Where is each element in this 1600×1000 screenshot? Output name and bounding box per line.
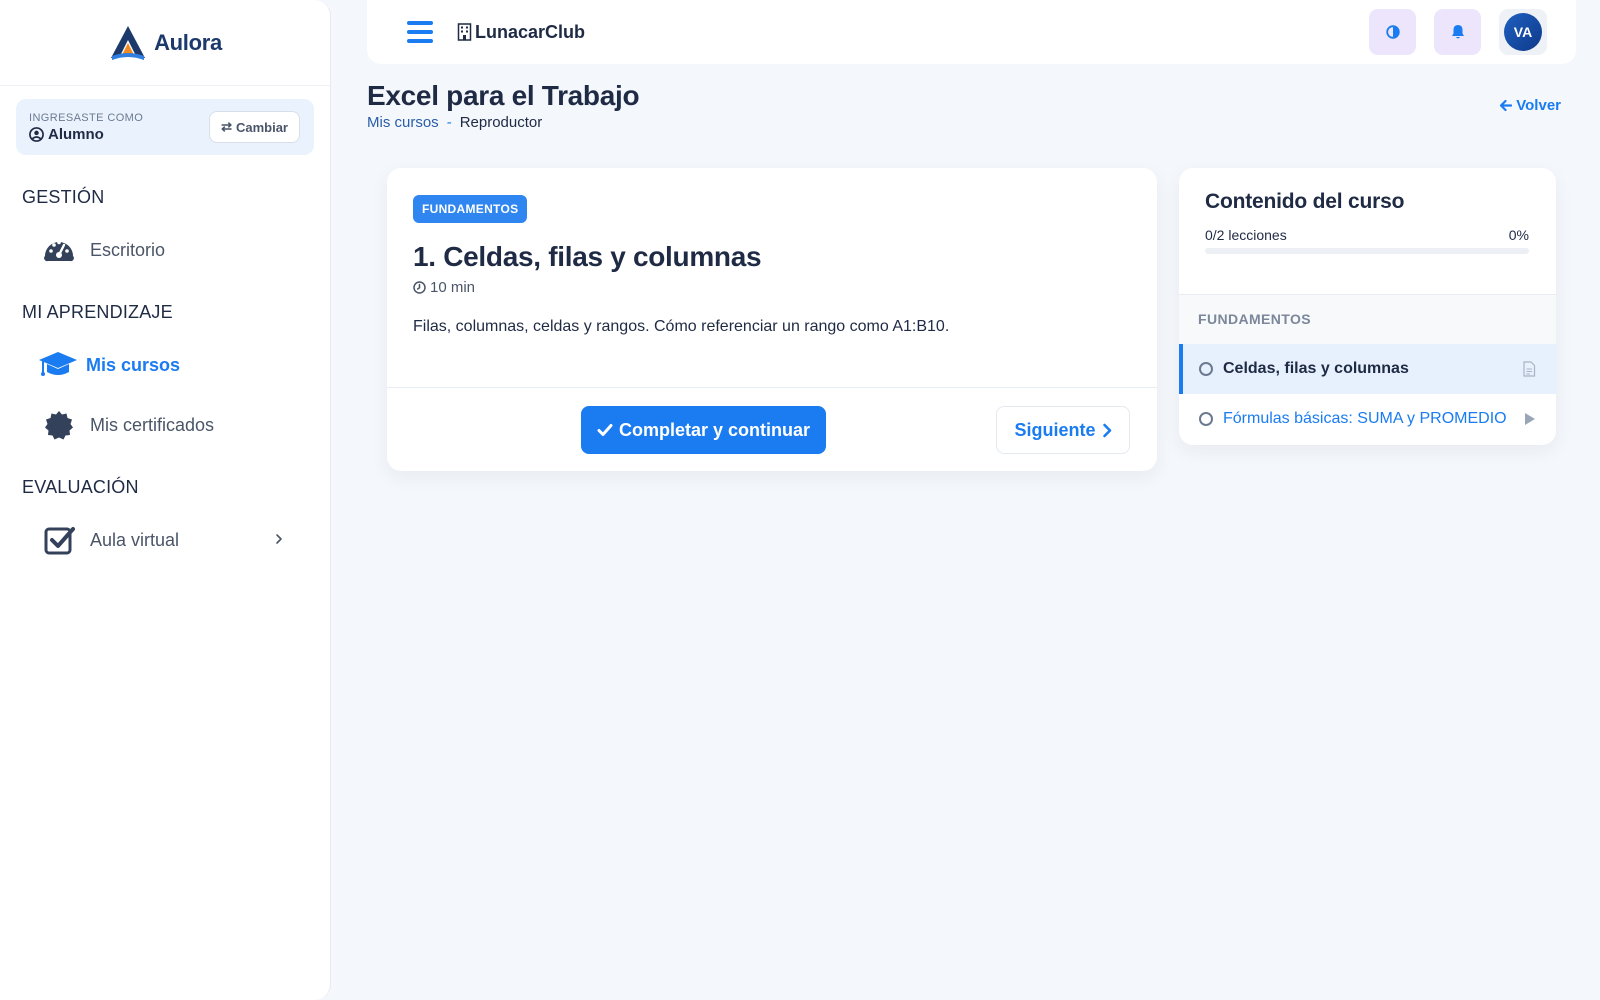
lesson-title: 1. Celdas, filas y columnas: [413, 241, 762, 272]
graduation-cap-icon: [38, 348, 78, 382]
lesson-list-item[interactable]: Fórmulas básicas: SUMA y PROMEDIO: [1179, 394, 1556, 444]
next-label: Siguiente: [1014, 419, 1096, 440]
role-name-text: Alumno: [48, 125, 104, 143]
progress-bar: [1205, 248, 1529, 254]
organization-name-text: LunacarClub: [475, 21, 586, 42]
swap-icon: ⇄: [221, 119, 232, 134]
lesson-footer: Completar y continuar Siguiente: [387, 388, 1157, 470]
dashboard-icon: [42, 233, 76, 267]
page-title: Excel para el Trabajo: [367, 80, 640, 111]
complete-and-continue-button[interactable]: Completar y continuar: [581, 406, 826, 454]
nav-label: Mis certificados: [90, 414, 215, 435]
avatar[interactable]: VA: [1504, 13, 1542, 51]
chevron-right-icon: [276, 534, 282, 544]
breadcrumb-separator: -: [446, 114, 452, 131]
nav-label: Escritorio: [90, 239, 166, 260]
organization-name[interactable]: LunacarClub: [457, 22, 585, 43]
progress-row: 0/2 lecciones 0%: [1205, 227, 1529, 243]
nav-item-mis-certificados[interactable]: Mis certificados: [0, 405, 330, 445]
nav-item-aula-virtual[interactable]: Aula virtual: [0, 520, 330, 560]
complete-label: Completar y continuar: [618, 419, 811, 440]
role-caption: INGRESASTE COMO: [29, 111, 144, 124]
lesson-item-label: Fórmulas básicas: SUMA y PROMEDIO: [1223, 410, 1507, 427]
breadcrumb-mis-cursos[interactable]: Mis cursos: [367, 114, 439, 131]
document-icon: [1523, 361, 1536, 377]
sidebar: Aulora INGRESASTE COMO Alumno ⇄ Cambiar …: [0, 0, 331, 1000]
status-circle-icon: [1199, 412, 1213, 426]
role-box: INGRESASTE COMO Alumno ⇄ Cambiar: [16, 99, 314, 155]
lesson-duration-text: 10 min: [430, 279, 476, 296]
top-bar: LunacarClub VA: [367, 0, 1576, 64]
course-content-header: Contenido del curso 0/2 lecciones 0%: [1179, 168, 1556, 295]
check-square-icon: [42, 523, 76, 557]
clock-icon: [413, 281, 426, 294]
lesson-list-item-current[interactable]: Celdas, filas y columnas: [1179, 344, 1556, 394]
switch-role-button[interactable]: ⇄ Cambiar: [209, 111, 300, 143]
brand[interactable]: Aulora: [0, 0, 330, 86]
theme-toggle-button[interactable]: [1369, 9, 1416, 55]
lesson-description: Filas, columnas, celdas y rangos. Cómo r…: [413, 318, 950, 335]
lesson-card: FUNDAMENTOS 1. Celdas, filas y columnas …: [387, 168, 1157, 471]
top-actions: VA: [1369, 9, 1547, 55]
building-icon: [457, 23, 472, 41]
nav-item-escritorio[interactable]: Escritorio: [0, 230, 330, 270]
course-content-title: Contenido del curso: [1205, 190, 1405, 213]
check-icon: [597, 424, 613, 436]
contrast-icon: [1385, 25, 1400, 39]
nav-label: Mis cursos: [86, 354, 181, 375]
section-title-evaluacion: EVALUACIÓN: [22, 477, 139, 497]
section-title-mi-aprendizaje: MI APRENDIZAJE: [22, 302, 173, 322]
back-link[interactable]: Volver: [1499, 97, 1561, 114]
lesson-item-label: Celdas, filas y columnas: [1223, 360, 1409, 377]
lesson-body: FUNDAMENTOS 1. Celdas, filas y columnas …: [387, 168, 1157, 388]
brand-name: Aulora: [154, 29, 222, 55]
arrow-left-icon: [1500, 99, 1513, 112]
back-label: Volver: [1516, 97, 1561, 114]
module-badge: FUNDAMENTOS: [413, 195, 528, 223]
status-circle-icon: [1199, 362, 1213, 376]
play-icon: [1525, 413, 1535, 425]
role-name: Alumno: [29, 126, 143, 143]
progress-text: 0/2 lecciones: [1205, 227, 1287, 243]
section-title-gestion: GESTIÓN: [22, 187, 105, 207]
bell-icon: [1451, 25, 1464, 39]
aulora-logo-icon: [111, 25, 146, 60]
nav-label: Aula virtual: [90, 529, 180, 550]
course-content-panel: Contenido del curso 0/2 lecciones 0% FUN…: [1179, 168, 1556, 445]
switch-role-label: Cambiar: [235, 119, 288, 135]
progress-percent: 0%: [1508, 227, 1529, 243]
breadcrumb-current: Reproductor: [459, 114, 543, 131]
next-lesson-button[interactable]: Siguiente: [996, 406, 1130, 454]
role-info: INGRESASTE COMO Alumno: [29, 112, 143, 143]
notifications-button[interactable]: [1434, 9, 1481, 55]
nav-item-mis-cursos[interactable]: Mis cursos: [0, 345, 330, 385]
chevron-right-icon: [1102, 423, 1111, 437]
module-header: FUNDAMENTOS: [1179, 295, 1556, 344]
breadcrumb: Mis cursos - Reproductor: [367, 114, 542, 131]
certificate-icon: [42, 408, 76, 442]
lesson-duration: 10 min: [413, 279, 1131, 296]
menu-toggle-icon[interactable]: [407, 21, 433, 43]
avatar-wrapper: VA: [1499, 9, 1547, 55]
user-circle-icon: [29, 126, 44, 142]
